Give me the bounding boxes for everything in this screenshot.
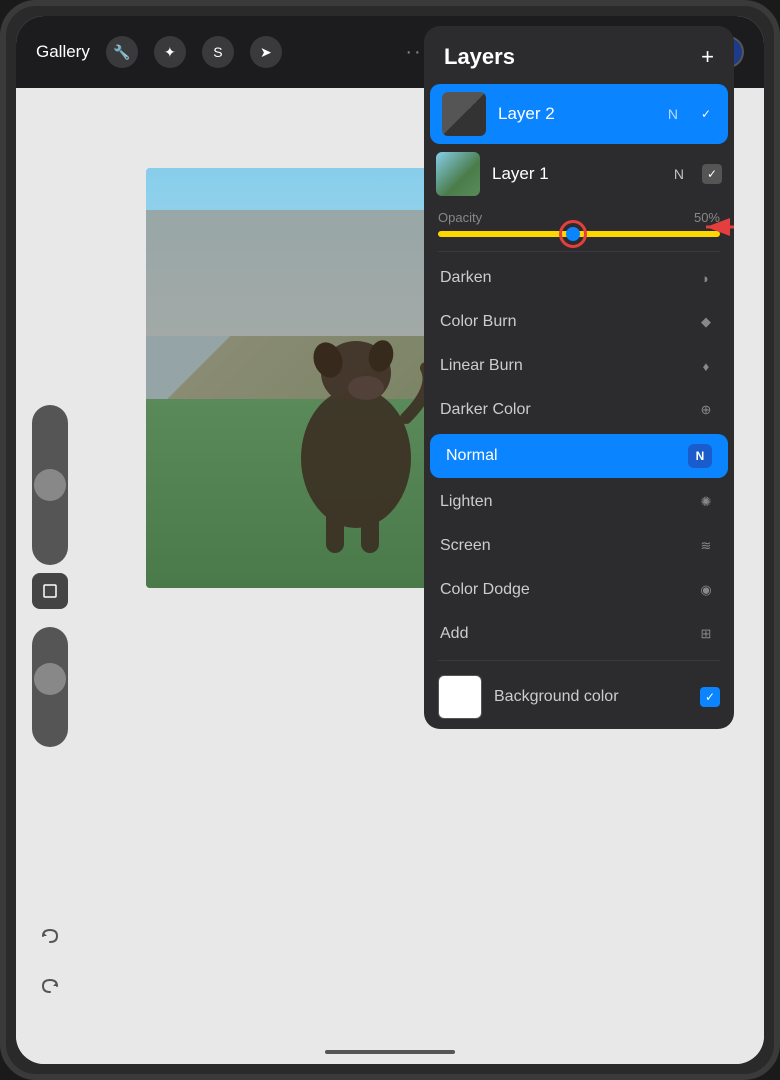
smudge-icon[interactable]: S — [202, 36, 234, 68]
panel-header: Layers + — [424, 26, 734, 84]
bottom-toolbar — [32, 918, 68, 1004]
left-toolbar — [32, 405, 68, 747]
blend-linearburn-label: Linear Burn — [440, 357, 523, 375]
blend-linearburn-icon: ♦ — [694, 354, 718, 378]
blend-darken[interactable]: Darken ◗ — [424, 256, 734, 300]
gallery-button[interactable]: Gallery — [36, 42, 90, 62]
share-icon[interactable]: ➤ — [250, 36, 282, 68]
blend-screen-label: Screen — [440, 537, 491, 555]
blend-colorburn-icon: ◆ — [694, 310, 718, 334]
blend-darkercolor[interactable]: Darker Color ⊕ — [424, 388, 734, 432]
background-color-checkbox[interactable]: ✓ — [700, 687, 720, 707]
blend-normal-icon: N — [688, 444, 712, 468]
top-bar-left: Gallery 🔧 ✦ S ➤ — [36, 36, 282, 68]
blend-colorburn[interactable]: Color Burn ◆ — [424, 300, 734, 344]
blend-add-icon: ⊞ — [694, 622, 718, 646]
blend-darkercolor-label: Darker Color — [440, 401, 531, 419]
screen: Gallery 🔧 ✦ S ➤ ··· ✏ ✒ ◻ — [16, 16, 764, 1064]
layer-2-thumbnail — [442, 92, 486, 136]
layer-1-mode: N — [674, 166, 684, 182]
blend-screen[interactable]: Screen ≋ — [424, 524, 734, 568]
layer-1-thumbnail — [436, 152, 480, 196]
blend-add[interactable]: Add ⊞ — [424, 612, 734, 656]
layer-item-2[interactable]: Layer 2 N ✓ — [430, 84, 728, 144]
add-layer-button[interactable]: + — [701, 44, 714, 70]
blend-lighten-label: Lighten — [440, 493, 493, 511]
blend-normal-label: Normal — [446, 447, 498, 465]
blend-colordodge-icon: ◉ — [694, 578, 718, 602]
layer-1-checkbox[interactable]: ✓ — [702, 164, 722, 184]
blend-screen-icon: ≋ — [694, 534, 718, 558]
layer-item-1[interactable]: Layer 1 N ✓ — [424, 144, 734, 204]
layer-1-name: Layer 1 — [492, 164, 662, 184]
background-color-label: Background color — [494, 688, 688, 706]
blend-colordodge[interactable]: Color Dodge ◉ — [424, 568, 734, 612]
divider-2 — [438, 660, 720, 661]
panel-title: Layers — [444, 44, 515, 70]
opacity-slider-v[interactable] — [32, 627, 68, 747]
ipad-frame: Gallery 🔧 ✦ S ➤ ··· ✏ ✒ ◻ — [0, 0, 780, 1080]
layer-2-name: Layer 2 — [498, 104, 656, 124]
blend-mode-list: Darken ◗ Color Burn ◆ Linear Burn ♦ Dark… — [424, 252, 734, 660]
blend-linearburn[interactable]: Linear Burn ♦ — [424, 344, 734, 388]
layer-2-checkbox[interactable]: ✓ — [696, 104, 716, 124]
layer-2-mode: N — [668, 106, 678, 122]
layers-panel: Layers + Layer 2 N ✓ Layer 1 N ✓ Opacity — [424, 26, 734, 729]
blend-darken-label: Darken — [440, 269, 492, 287]
background-color-row[interactable]: Background color ✓ — [424, 665, 734, 729]
opacity-thumb[interactable] — [559, 220, 587, 248]
opacity-label: Opacity — [438, 210, 482, 225]
blend-colorburn-label: Color Burn — [440, 313, 516, 331]
redo-button[interactable] — [32, 968, 68, 1004]
home-indicator — [325, 1050, 455, 1054]
adjust-icon[interactable]: ✦ — [154, 36, 186, 68]
blend-lighten-icon: ✺ — [694, 490, 718, 514]
brush-size-thumb[interactable] — [34, 469, 66, 501]
blend-normal[interactable]: Normal N — [430, 434, 728, 478]
background-color-swatch[interactable] — [438, 675, 482, 719]
wrench-icon[interactable]: 🔧 — [106, 36, 138, 68]
brush-size-slider[interactable] — [32, 405, 68, 565]
undo-button[interactable] — [32, 918, 68, 954]
blend-lighten[interactable]: Lighten ✺ — [424, 480, 734, 524]
blend-darken-icon: ◗ — [694, 266, 718, 290]
blend-add-label: Add — [440, 625, 468, 643]
blend-colordodge-label: Color Dodge — [440, 581, 530, 599]
opacity-thumb-v[interactable] — [34, 663, 66, 695]
blend-darkercolor-icon: ⊕ — [694, 398, 718, 422]
transform-button[interactable] — [32, 573, 68, 609]
